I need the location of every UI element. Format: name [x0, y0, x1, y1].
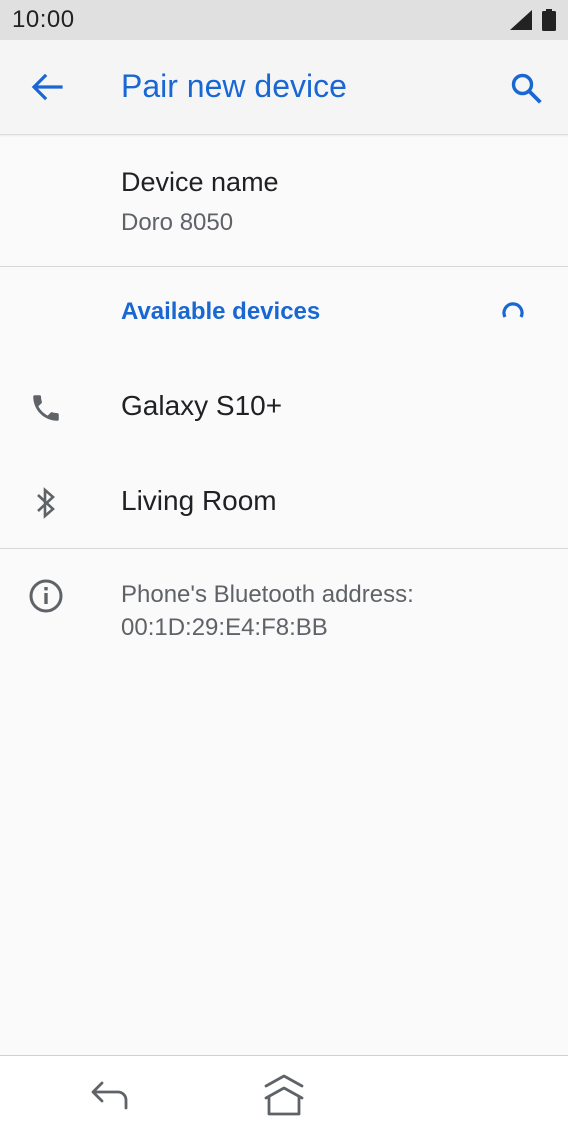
- app-bar: Pair new device: [0, 40, 568, 135]
- search-button[interactable]: [502, 64, 550, 112]
- back-button[interactable]: [22, 65, 72, 109]
- device-label: Galaxy S10+: [121, 390, 283, 421]
- signal-icon: [510, 10, 532, 30]
- screen: 10:00 Pair new device Device name Doro 8…: [0, 0, 568, 1136]
- info-icon: [29, 579, 63, 613]
- battery-icon: [542, 9, 556, 31]
- device-name-title: Device name: [121, 167, 279, 197]
- nav-back-button[interactable]: [84, 1074, 136, 1118]
- search-icon: [511, 73, 542, 104]
- nav-back-icon: [91, 1081, 128, 1110]
- device-name-row[interactable]: Device name Doro 8050: [0, 135, 568, 266]
- bluetooth-address-text: Phone's Bluetooth address: 00:1D:29:E4:F…: [121, 581, 414, 641]
- arrow-left-icon: [31, 73, 63, 101]
- device-label: Living Room: [121, 485, 277, 516]
- page-title: Pair new device: [121, 68, 347, 104]
- status-icons: [510, 8, 556, 32]
- device-item-galaxy[interactable]: Galaxy S10+: [0, 360, 568, 454]
- divider: [0, 548, 568, 549]
- divider: [0, 266, 568, 267]
- spinner-icon: [502, 302, 524, 318]
- nav-bar: [0, 1055, 568, 1136]
- status-time: 10:00: [12, 6, 75, 33]
- phone-icon: [26, 388, 66, 428]
- status-bar: 10:00: [0, 0, 568, 40]
- available-devices-header: Available devices: [121, 298, 321, 325]
- device-name-value: Doro 8050: [121, 209, 234, 236]
- nav-home-button[interactable]: [258, 1070, 310, 1120]
- device-item-living-room[interactable]: Living Room: [0, 455, 568, 549]
- bluetooth-icon: [26, 483, 66, 523]
- nav-home-icon: [264, 1074, 304, 1116]
